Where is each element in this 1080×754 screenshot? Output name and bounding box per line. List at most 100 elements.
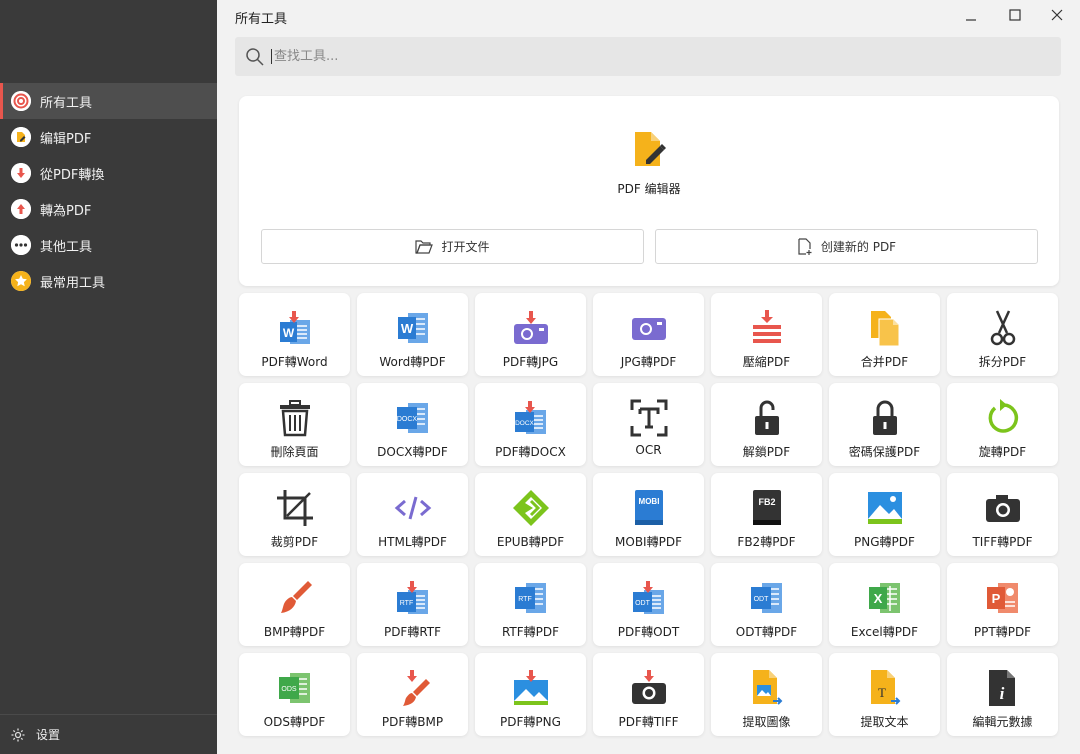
tool-docx-to-pdf[interactable]: DOCX DOCX轉PDF: [357, 383, 468, 466]
open-file-button[interactable]: 打开文件: [261, 229, 644, 264]
pdf-editor-button[interactable]: PDF 编辑器: [569, 130, 729, 197]
ods-icon: ODS: [278, 673, 310, 703]
search-bar: [235, 37, 1061, 76]
tool-label: MOBI轉PDF: [615, 535, 682, 549]
rtf-to-pdf-icon: RTF: [514, 583, 546, 613]
tool-split-pdf[interactable]: 拆分PDF: [947, 293, 1058, 376]
pdf-to-tiff-icon: [631, 670, 666, 704]
svg-text:DOCX: DOCX: [515, 420, 534, 427]
tool-label: 編輯元數據: [972, 715, 1033, 729]
svg-text:i: i: [999, 684, 1004, 703]
close-icon: [1051, 9, 1063, 21]
tool-word-to-pdf[interactable]: W Word轉PDF: [357, 293, 468, 376]
maximize-button[interactable]: [993, 0, 1037, 30]
tool-extract-text[interactable]: T 提取文本: [829, 653, 940, 736]
ocr-icon: [630, 399, 667, 437]
new-file-icon: [798, 237, 812, 255]
minimize-button[interactable]: [949, 0, 993, 30]
sidebar-item-convert-to-pdf[interactable]: 轉為PDF: [0, 191, 217, 227]
tool-odt-to-pdf[interactable]: ODT ODT轉PDF: [711, 563, 822, 646]
tool-label: DOCX轉PDF: [377, 445, 448, 459]
sidebar-item-label: 所有工具: [40, 95, 93, 111]
tool-pdf-to-tiff[interactable]: PDF轉TIFF: [593, 653, 704, 736]
tool-crop-pdf[interactable]: 裁剪PDF: [239, 473, 350, 556]
tool-rtf-to-pdf[interactable]: RTF RTF轉PDF: [475, 563, 586, 646]
sidebar: 所有工具 编辑PDF 從PDF轉換 轉為PDF 其他工具 最常用工具 设置: [0, 0, 217, 754]
settings-label: 设置: [36, 728, 61, 742]
svg-text:W: W: [282, 326, 294, 340]
main-panel: 所有工具 PDF 编辑器 打开文件 创建新的 PDF: [217, 0, 1080, 754]
tool-label: ODT轉PDF: [735, 625, 798, 639]
open-file-label: 打开文件: [441, 240, 490, 254]
tool-label: 刪除頁面: [270, 445, 319, 459]
tool-extract-images[interactable]: 提取圖像: [711, 653, 822, 736]
tool-fb2-to-pdf[interactable]: FB2 FB2轉PDF: [711, 473, 822, 556]
tool-label: Excel轉PDF: [850, 625, 919, 639]
pdf-to-word-icon: W: [279, 311, 310, 344]
tool-ppt-to-pdf[interactable]: P PPT轉PDF: [947, 563, 1058, 646]
pdf-editor-icon: [635, 132, 666, 166]
tool-ods-to-pdf[interactable]: ODS ODS轉PDF: [239, 653, 350, 736]
pdf-editor-label: PDF 编辑器: [617, 182, 681, 196]
tool-pdf-to-word[interactable]: W PDF轉Word: [239, 293, 350, 376]
close-button[interactable]: [1035, 0, 1079, 30]
pdf-to-rtf-icon: RTF: [396, 581, 428, 614]
compress-pdf-icon: [752, 310, 781, 343]
html-code-icon: [394, 496, 431, 520]
sidebar-item-most-used[interactable]: 最常用工具: [0, 263, 217, 299]
create-pdf-button[interactable]: 创建新的 PDF: [655, 229, 1038, 264]
pdf-to-odt-icon: ODT: [632, 581, 664, 614]
tool-rotate-pdf[interactable]: 旋轉PDF: [947, 383, 1058, 466]
tool-label: 裁剪PDF: [270, 535, 319, 549]
tool-pdf-to-rtf[interactable]: RTF PDF轉RTF: [357, 563, 468, 646]
sidebar-nav: 所有工具 编辑PDF 從PDF轉換 轉為PDF 其他工具 最常用工具: [0, 83, 217, 299]
convert-to-pdf-icon: [11, 199, 31, 219]
tool-edit-metadata[interactable]: i 編輯元數據: [947, 653, 1058, 736]
scissors-icon: [990, 310, 1015, 346]
tool-png-to-pdf[interactable]: PNG轉PDF: [829, 473, 940, 556]
tool-epub-to-pdf[interactable]: EPUB轉PDF: [475, 473, 586, 556]
tool-label: 提取文本: [860, 715, 909, 729]
search-input[interactable]: [271, 49, 1031, 64]
tool-html-to-pdf[interactable]: HTML轉PDF: [357, 473, 468, 556]
sidebar-item-convert-from-pdf[interactable]: 從PDF轉換: [0, 155, 217, 191]
tool-pdf-to-bmp[interactable]: PDF轉BMP: [357, 653, 468, 736]
tool-label: PPT轉PDF: [973, 625, 1032, 639]
epub-icon: [512, 490, 549, 526]
tool-merge-pdf[interactable]: 合并PDF: [829, 293, 940, 376]
mobi-icon: MOBI: [634, 490, 663, 525]
tool-label: 拆分PDF: [978, 355, 1027, 369]
fb2-icon: FB2: [752, 490, 781, 525]
settings-button[interactable]: 设置: [0, 714, 217, 754]
svg-text:RTF: RTF: [399, 600, 412, 607]
tool-unlock-pdf[interactable]: 解鎖PDF: [711, 383, 822, 466]
tool-compress-pdf[interactable]: 壓縮PDF: [711, 293, 822, 376]
svg-text:X: X: [873, 591, 882, 606]
svg-text:ODS: ODS: [281, 686, 297, 693]
tool-label: HTML轉PDF: [378, 535, 447, 549]
sidebar-item-more-tools[interactable]: 其他工具: [0, 227, 217, 263]
tool-pdf-to-png[interactable]: PDF轉PNG: [475, 653, 586, 736]
svg-text:MOBI: MOBI: [638, 497, 659, 506]
svg-text:T: T: [878, 685, 886, 700]
sidebar-item-all-tools[interactable]: 所有工具: [0, 83, 217, 119]
tool-pdf-to-jpg[interactable]: PDF轉JPG: [475, 293, 586, 376]
tool-label: RTF轉PDF: [501, 625, 560, 639]
sidebar-item-edit-pdf[interactable]: 编辑PDF: [0, 119, 217, 155]
all-tools-icon: [11, 91, 31, 111]
create-pdf-label: 创建新的 PDF: [820, 240, 897, 254]
edit-pdf-icon: [11, 127, 31, 147]
tool-mobi-to-pdf[interactable]: MOBI MOBI轉PDF: [593, 473, 704, 556]
tool-pdf-to-odt[interactable]: ODT PDF轉ODT: [593, 563, 704, 646]
tool-delete-pages[interactable]: 刪除頁面: [239, 383, 350, 466]
tool-protect-pdf[interactable]: 密碼保護PDF: [829, 383, 940, 466]
metadata-info-icon: i: [988, 670, 1015, 706]
tool-tiff-to-pdf[interactable]: TIFF轉PDF: [947, 473, 1058, 556]
jpg-to-pdf-icon: [631, 318, 666, 340]
tool-bmp-to-pdf[interactable]: BMP轉PDF: [239, 563, 350, 646]
tool-excel-to-pdf[interactable]: X Excel轉PDF: [829, 563, 940, 646]
tool-label: JPG轉PDF: [620, 355, 677, 369]
tool-ocr[interactable]: OCR: [593, 383, 704, 466]
tool-jpg-to-pdf[interactable]: JPG轉PDF: [593, 293, 704, 376]
tool-pdf-to-docx[interactable]: DOCX PDF轉DOCX: [475, 383, 586, 466]
